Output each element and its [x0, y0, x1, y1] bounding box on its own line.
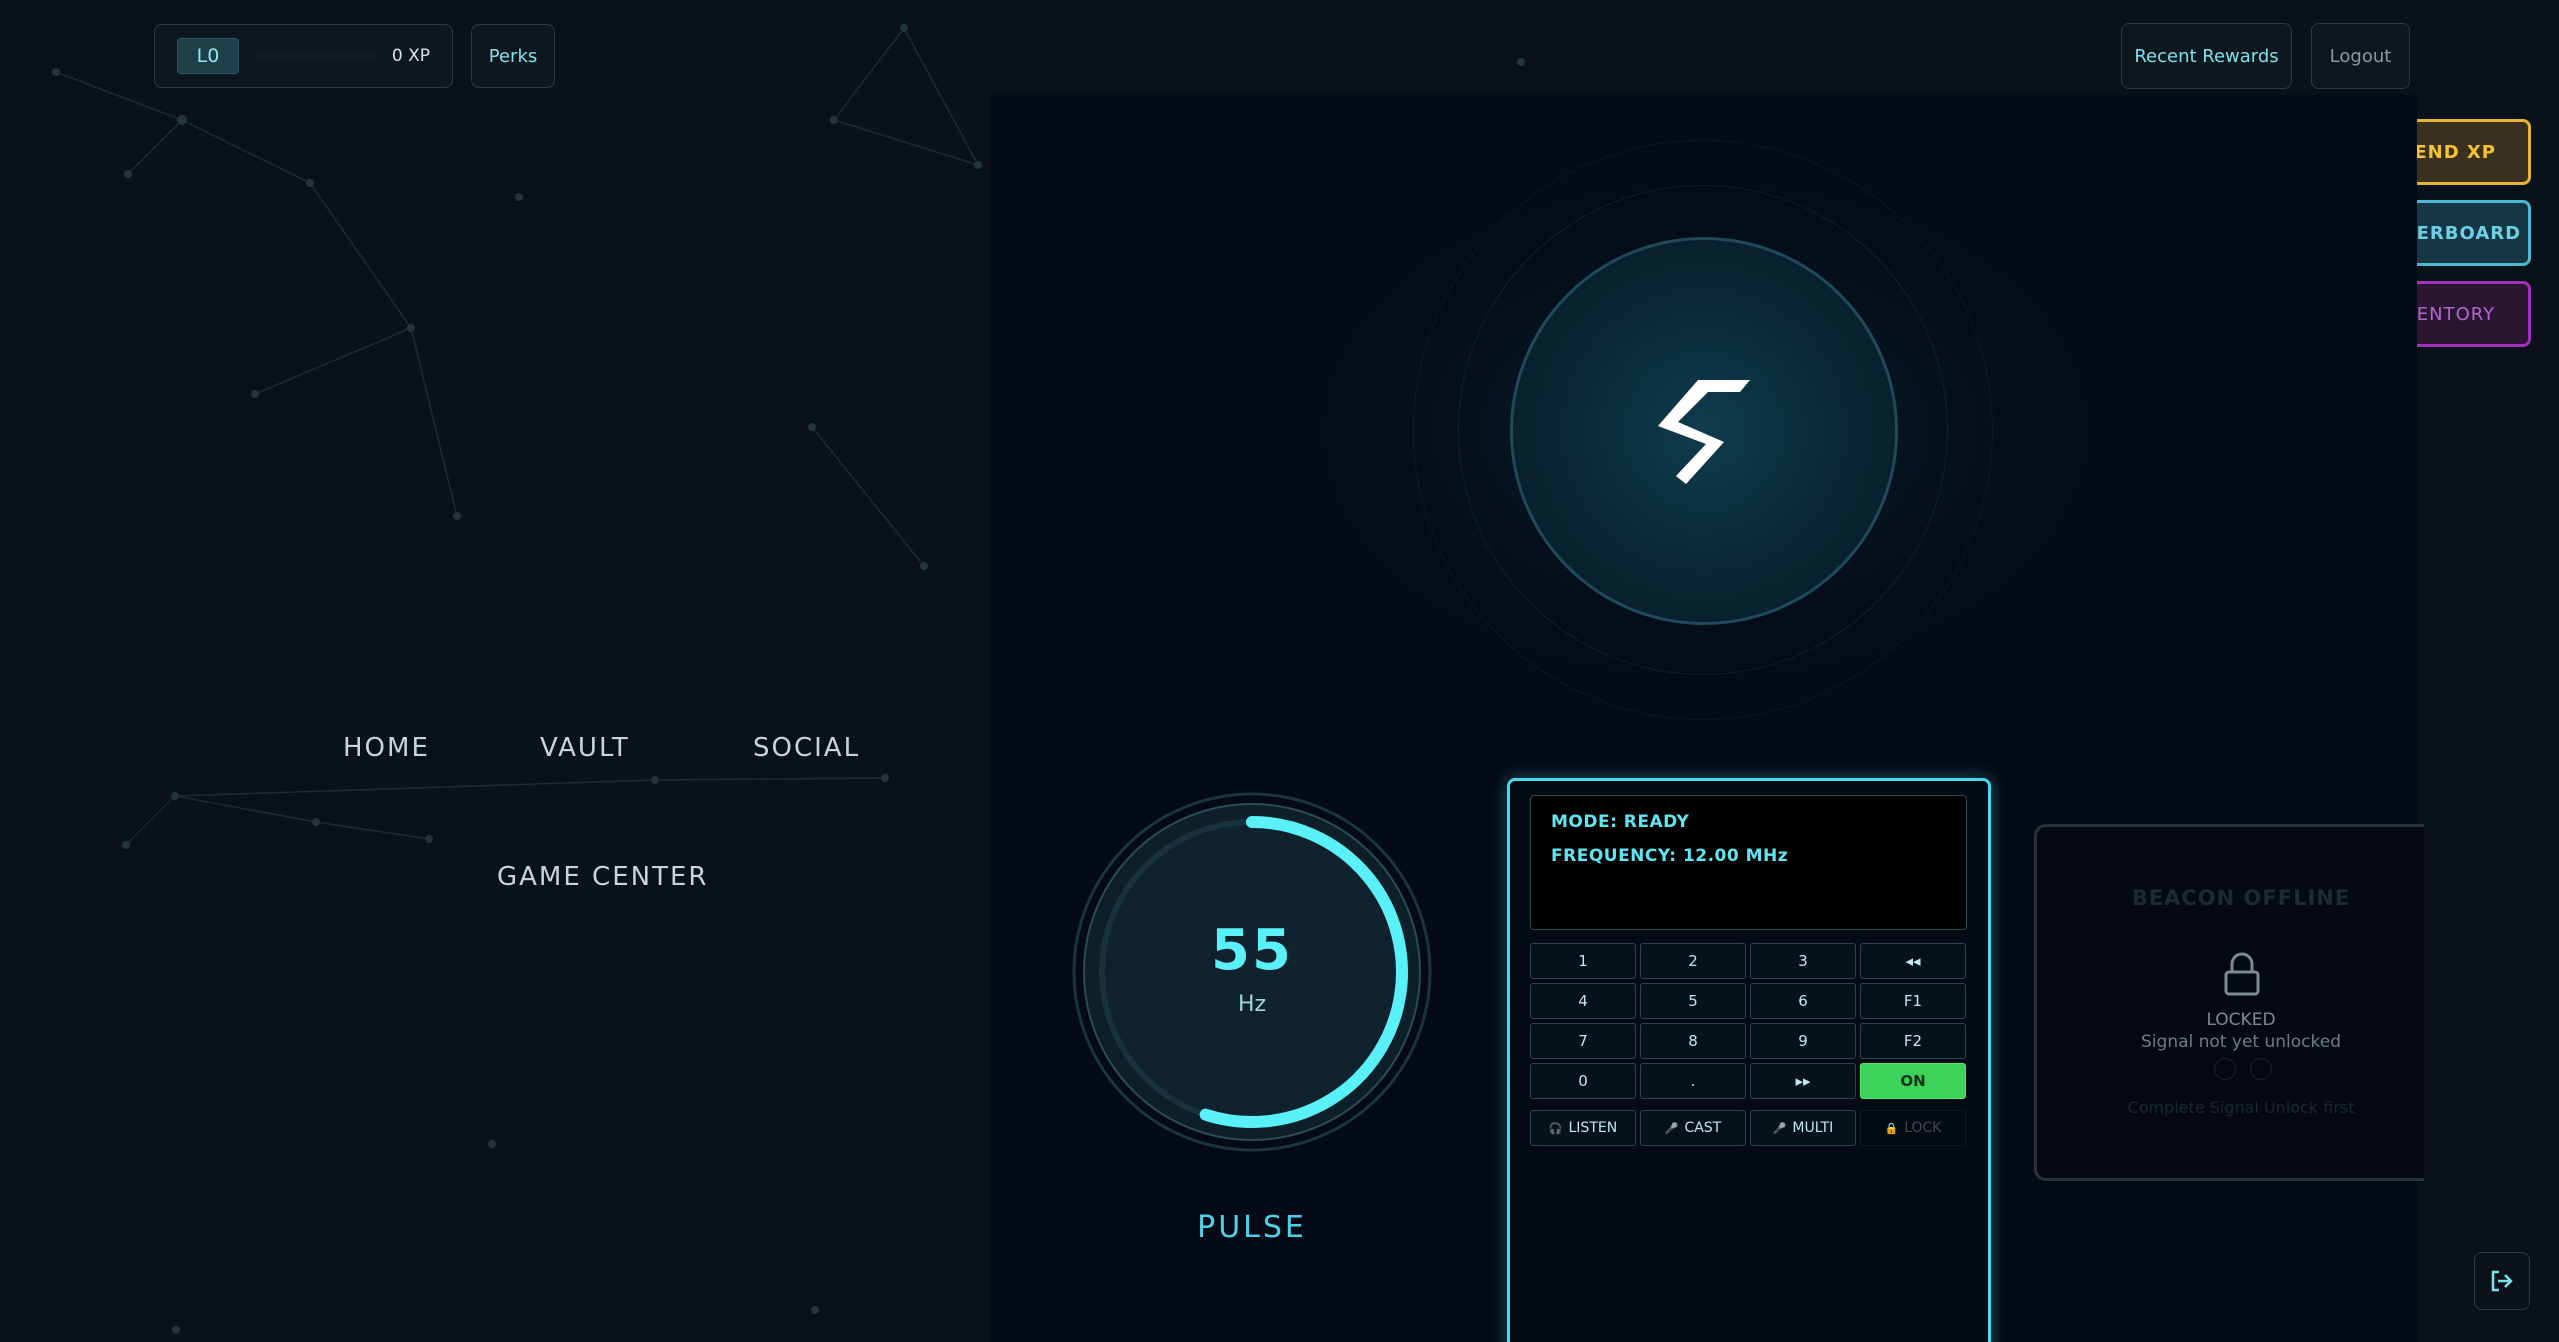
recent-rewards-button[interactable]: Recent Rewards [2121, 23, 2292, 89]
perks-button[interactable]: Perks [471, 24, 555, 88]
xp-count: 0 XP [391, 46, 430, 66]
mode-label: CAST [1684, 1120, 1722, 1136]
microphone-icon: 🎤 [1664, 1121, 1679, 1135]
exit-icon[interactable] [2474, 1252, 2530, 1310]
beacon-title: BEACON OFFLINE [2131, 886, 2351, 910]
microphone-icon: 🎤 [1772, 1121, 1787, 1135]
control-screen: MODE: READY FREQUENCY: 12.00 MHz [1530, 795, 1967, 930]
pulse-label: PULSE [1197, 1210, 1307, 1245]
keypad-key[interactable]: 8 [1640, 1023, 1746, 1059]
mode-multi-button[interactable]: 🎤 MULTI [1750, 1110, 1856, 1146]
keypad-key[interactable]: 1 [1530, 943, 1636, 979]
beacon-panel [2034, 824, 2424, 1181]
beacon-locked-label: LOCKED [2206, 1010, 2276, 1030]
mode-listen-button[interactable]: 🎧 LISTEN [1530, 1110, 1636, 1146]
mode-label: LOCK [1904, 1120, 1942, 1136]
keypad-key[interactable]: F2 [1860, 1023, 1966, 1059]
frequency-readout: FREQUENCY: 12.00 MHz [1551, 846, 1789, 866]
gauge-unit: Hz [1237, 992, 1267, 1017]
beacon-indicator [2250, 1058, 2272, 1080]
keypad-key[interactable]: 0 [1530, 1063, 1636, 1099]
mode-label: MULTI [1792, 1120, 1834, 1136]
keypad-key[interactable]: 3 [1750, 943, 1856, 979]
headphones-icon: 🎧 [1548, 1121, 1563, 1135]
level-xp-bar: L0 0 XP [154, 24, 453, 88]
nav-vault[interactable]: VAULT [540, 733, 630, 763]
mode-lock-button: 🔒 LOCK [1860, 1110, 1966, 1146]
logout-button[interactable]: Logout [2311, 23, 2410, 89]
keypad-key[interactable]: ◂◂ [1860, 943, 1966, 979]
mode-label: LISTEN [1568, 1120, 1618, 1136]
keypad-key[interactable]: 7 [1530, 1023, 1636, 1059]
nav-home[interactable]: HOME [343, 733, 430, 763]
keypad-key[interactable]: 2 [1640, 943, 1746, 979]
nav-social[interactable]: SOCIAL [753, 733, 860, 763]
power-on-button[interactable]: ON [1860, 1063, 1966, 1099]
keypad-key[interactable]: ▸▸ [1750, 1063, 1856, 1099]
lock-icon [2224, 952, 2260, 996]
keypad-key[interactable]: . [1640, 1063, 1746, 1099]
keypad-key[interactable]: 5 [1640, 983, 1746, 1019]
xp-progress-track [255, 51, 376, 61]
mode-readout: MODE: READY [1551, 812, 1690, 832]
level-badge: L0 [177, 38, 239, 74]
beacon-hint: Complete Signal Unlock first [2127, 1098, 2355, 1117]
gauge-value: 55 [1211, 918, 1293, 983]
mode-cast-button[interactable]: 🎤 CAST [1640, 1110, 1746, 1146]
keypad-key[interactable]: 6 [1750, 983, 1856, 1019]
brand-logo-icon [1658, 380, 1750, 484]
beacon-indicator [2214, 1058, 2236, 1080]
beacon-subtitle: Signal not yet unlocked [2141, 1032, 2341, 1052]
keypad-key[interactable]: F1 [1860, 983, 1966, 1019]
lock-icon: 🔒 [1884, 1121, 1899, 1135]
keypad-key[interactable]: 4 [1530, 983, 1636, 1019]
keypad-key[interactable]: 9 [1750, 1023, 1856, 1059]
nav-game-center[interactable]: GAME CENTER [497, 862, 708, 892]
